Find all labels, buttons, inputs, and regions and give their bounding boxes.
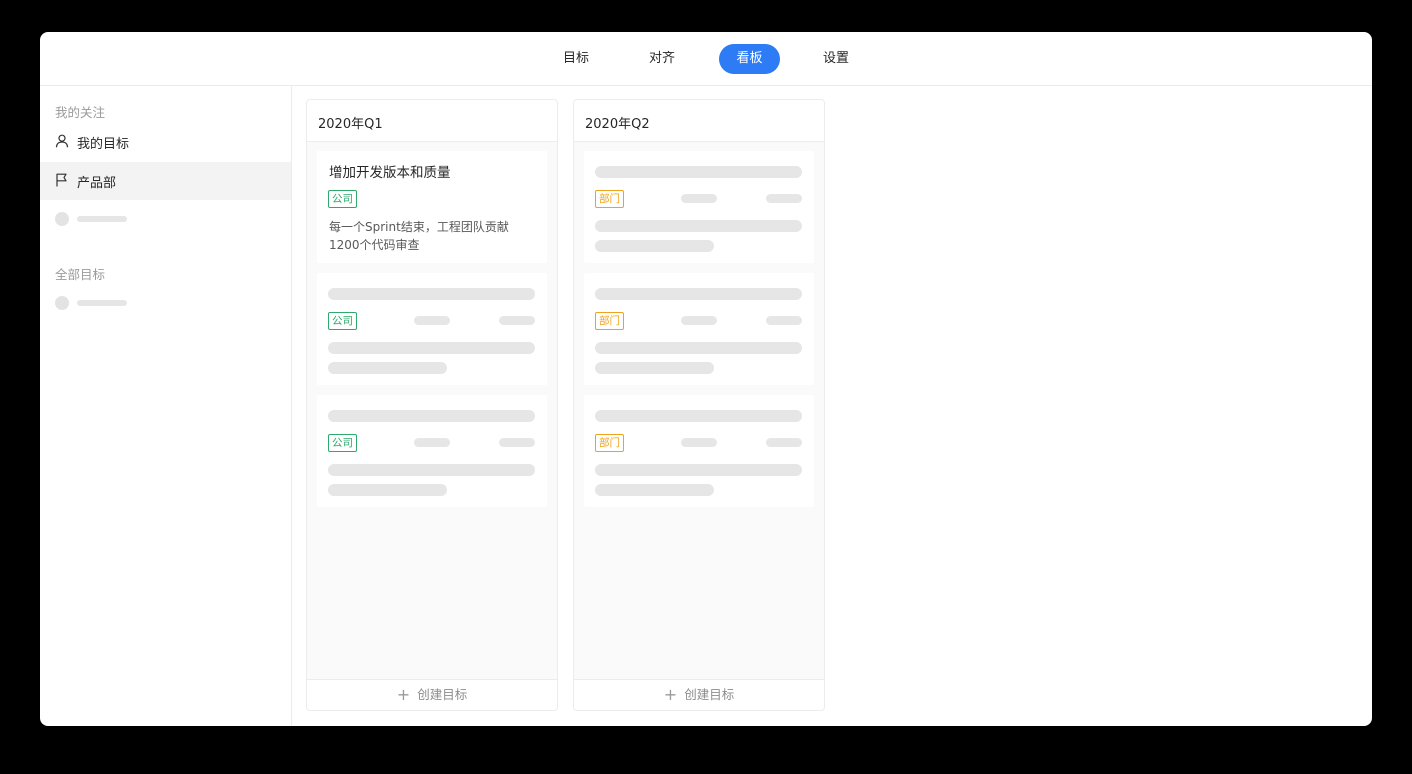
skeleton-line — [328, 288, 535, 300]
level-tag: 公司 — [328, 312, 357, 330]
placeholder-line — [77, 216, 127, 222]
goal-card-placeholder[interactable]: 公司 — [317, 273, 547, 385]
skeleton-line — [595, 240, 714, 252]
skeleton-line — [595, 484, 714, 496]
goal-card-title: 增加开发版本和质量 — [329, 165, 451, 181]
level-tag: 公司 — [328, 190, 357, 208]
sidebar-item-product-dept[interactable]: 产品部 — [40, 162, 291, 200]
tab-align[interactable]: 对齐 — [634, 44, 690, 74]
goal-card-placeholder[interactable]: 部门 — [584, 395, 814, 507]
create-goal-label: 创建目标 — [417, 687, 468, 702]
skeleton-line — [328, 464, 535, 476]
skeleton-line — [766, 438, 802, 447]
placeholder-avatar — [55, 212, 69, 226]
board-column-q2: 2020年Q2 部门 部门 部门 + 创建目标 — [573, 99, 825, 711]
level-tag: 公司 — [328, 434, 357, 452]
tab-board[interactable]: 看板 — [719, 44, 780, 74]
level-tag: 部门 — [595, 190, 624, 208]
create-goal-label: 创建目标 — [684, 687, 735, 702]
goal-card-placeholder[interactable]: 部门 — [584, 151, 814, 263]
skeleton-line — [499, 316, 535, 325]
user-icon — [55, 134, 69, 148]
column-header: 2020年Q1 — [307, 100, 557, 142]
create-goal-button[interactable]: + 创建目标 — [574, 679, 824, 710]
flag-icon — [56, 173, 67, 187]
sidebar-item-label: 产品部 — [77, 176, 117, 191]
skeleton-line — [595, 342, 802, 354]
skeleton-line — [766, 316, 802, 325]
sidebar: 我的关注 我的目标 产品部 全部目标 — [40, 86, 292, 726]
goal-card-placeholder[interactable]: 公司 — [317, 395, 547, 507]
follow-section-title: 我的关注 — [55, 105, 106, 120]
top-nav: 目标 对齐 看板 设置 — [40, 32, 1372, 86]
skeleton-line — [766, 194, 802, 203]
skeleton-line — [595, 410, 802, 422]
sidebar-item-label: 我的目标 — [77, 137, 130, 152]
skeleton-line — [681, 194, 717, 203]
skeleton-line — [414, 316, 450, 325]
skeleton-line — [595, 166, 802, 178]
skeleton-line — [681, 438, 717, 447]
skeleton-line — [595, 362, 714, 374]
skeleton-line — [328, 484, 447, 496]
app-window: 目标 对齐 看板 设置 我的关注 我的目标 产品部 全部目标 2020年Q1 增… — [40, 32, 1372, 726]
skeleton-line — [499, 438, 535, 447]
level-tag: 部门 — [595, 312, 624, 330]
goal-card-placeholder[interactable]: 部门 — [584, 273, 814, 385]
level-tag: 部门 — [595, 434, 624, 452]
create-goal-button[interactable]: + 创建目标 — [307, 679, 557, 710]
skeleton-line — [328, 362, 447, 374]
goal-card[interactable]: 增加开发版本和质量 公司 每一个Sprint结束，工程团队贡献1200个代码审查 — [317, 151, 547, 263]
column-header: 2020年Q2 — [574, 100, 824, 142]
tab-goals[interactable]: 目标 — [548, 44, 604, 74]
column-title: 2020年Q2 — [585, 117, 650, 132]
plus-icon: + — [396, 685, 411, 704]
tab-settings[interactable]: 设置 — [808, 44, 864, 74]
skeleton-line — [595, 464, 802, 476]
plus-icon: + — [663, 685, 678, 704]
skeleton-line — [595, 288, 802, 300]
skeleton-line — [414, 438, 450, 447]
placeholder-line — [77, 300, 127, 306]
skeleton-line — [328, 410, 535, 422]
board-column-q1: 2020年Q1 增加开发版本和质量 公司 每一个Sprint结束，工程团队贡献1… — [306, 99, 558, 711]
column-title: 2020年Q1 — [318, 117, 383, 132]
skeleton-line — [595, 220, 802, 232]
goal-card-description: 每一个Sprint结束，工程团队贡献1200个代码审查 — [329, 220, 509, 252]
skeleton-line — [328, 342, 535, 354]
skeleton-line — [681, 316, 717, 325]
all-goals-section-title: 全部目标 — [55, 267, 106, 282]
placeholder-avatar — [55, 296, 69, 310]
sidebar-item-my-goals[interactable]: 我的目标 — [40, 123, 291, 161]
